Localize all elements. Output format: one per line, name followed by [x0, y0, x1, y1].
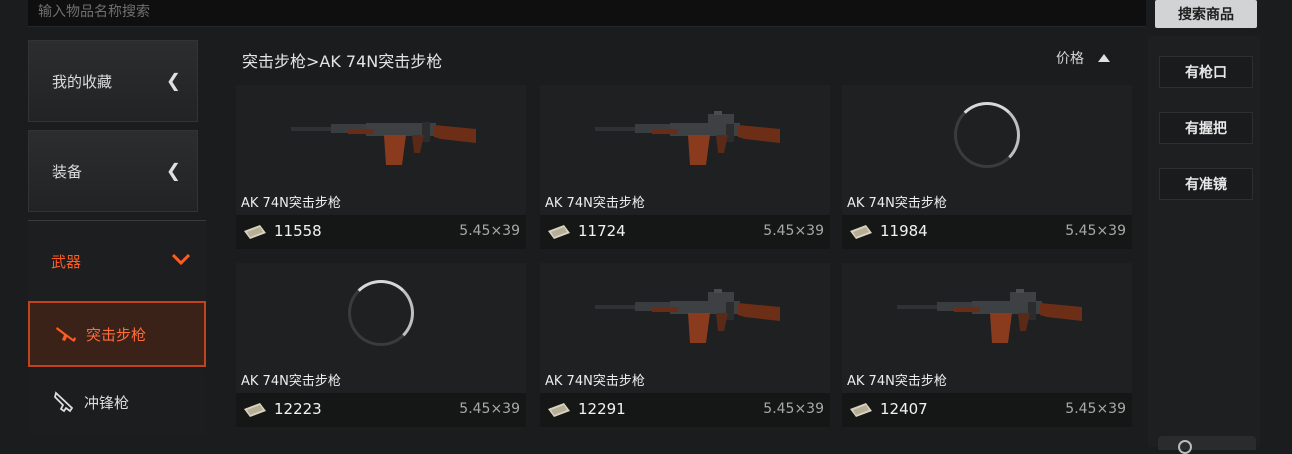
sidebar-item-label: 冲锋枪 [84, 393, 130, 412]
search-button[interactable]: 搜索商品 [1155, 0, 1257, 28]
breadcrumb: 突击步枪>AK 74N突击步枪 [242, 52, 443, 71]
item-caliber: 5.45×39 [1065, 401, 1126, 417]
item-name: AK 74N突击步枪 [545, 374, 645, 389]
item-price: 12223 [274, 400, 322, 418]
search-input[interactable] [38, 0, 638, 24]
item-card[interactable]: AK 74N突击步枪 11724 5.45×39 [540, 85, 830, 249]
sidebar-item-weapons[interactable]: 武器 [28, 220, 206, 301]
item-card[interactable]: AK 74N突击步枪 12291 5.45×39 [540, 263, 830, 427]
filter-panel [1148, 36, 1260, 447]
item-name: AK 74N突击步枪 [241, 196, 341, 211]
spinner-icon [954, 102, 1020, 168]
item-price: 12407 [880, 400, 928, 418]
search-bar [28, 0, 1146, 27]
item-caliber: 5.45×39 [763, 223, 824, 239]
item-caliber: 5.45×39 [1065, 223, 1126, 239]
item-card[interactable]: AK 74N突击步枪 11984 5.45×39 [842, 85, 1132, 249]
item-image [842, 263, 1132, 363]
rifle-image [595, 289, 780, 343]
item-card[interactable]: AK 74N突击步枪 11558 5.45×39 [236, 85, 526, 249]
item-name: AK 74N突击步枪 [241, 374, 341, 389]
sort-price[interactable]: 价格 [1056, 48, 1110, 68]
loading-spinner [236, 263, 526, 363]
item-price: 11558 [274, 222, 322, 240]
loading-spinner [842, 85, 1132, 185]
sidebar-item-label: 我的收藏 [52, 72, 113, 91]
item-price: 11984 [880, 222, 928, 240]
item-footer: 12291 5.45×39 [540, 393, 830, 427]
item-footer: 11984 5.45×39 [842, 215, 1132, 249]
money-icon [242, 223, 268, 245]
rifle-image [897, 289, 1082, 343]
filter-muzzle[interactable]: 有枪口 [1159, 56, 1253, 88]
chevron-left-icon: ❮ [165, 160, 181, 182]
filter-icon [1178, 440, 1192, 454]
sidebar-item-smg[interactable]: 冲锋枪 [28, 369, 206, 435]
money-icon [848, 223, 874, 245]
item-caliber: 5.45×39 [459, 223, 520, 239]
item-card[interactable]: AK 74N突击步枪 12223 5.45×39 [236, 263, 526, 427]
money-icon [546, 223, 572, 245]
money-icon [242, 401, 268, 423]
sidebar: 我的收藏 ❮ 装备 ❮ 武器 突击步枪 冲锋枪 [28, 36, 206, 447]
filter-toggle-button[interactable] [1158, 436, 1256, 454]
sort-ascending-icon [1098, 54, 1110, 62]
chevron-left-icon: ❮ [165, 70, 181, 92]
sidebar-item-label: 装备 [52, 162, 83, 181]
smg-icon [52, 390, 76, 414]
item-name: AK 74N突击步枪 [545, 196, 645, 211]
filter-scope[interactable]: 有准镜 [1159, 168, 1253, 200]
item-name: AK 74N突击步枪 [847, 374, 947, 389]
money-icon [848, 401, 874, 423]
item-price: 12291 [578, 400, 626, 418]
rifle-image [595, 111, 780, 165]
item-caliber: 5.45×39 [459, 401, 520, 417]
item-footer: 11724 5.45×39 [540, 215, 830, 249]
item-footer: 12223 5.45×39 [236, 393, 526, 427]
item-image [540, 263, 830, 363]
item-footer: 11558 5.45×39 [236, 215, 526, 249]
item-card[interactable]: AK 74N突击步枪 12407 5.45×39 [842, 263, 1132, 427]
chevron-down-icon [171, 253, 191, 269]
item-image [540, 85, 830, 185]
item-footer: 12407 5.45×39 [842, 393, 1132, 427]
spinner-icon [348, 280, 414, 346]
sidebar-item-favorites[interactable]: 我的收藏 ❮ [28, 40, 198, 122]
sort-label: 价格 [1056, 51, 1084, 67]
item-name: AK 74N突击步枪 [847, 196, 947, 211]
filter-grip[interactable]: 有握把 [1159, 112, 1253, 144]
sidebar-item-assault-rifle[interactable]: 突击步枪 [28, 301, 206, 367]
sidebar-item-label: 武器 [51, 252, 82, 271]
rifle-image [291, 122, 476, 165]
item-price: 11724 [578, 222, 626, 240]
item-image [236, 85, 526, 185]
sidebar-item-label: 突击步枪 [86, 325, 147, 344]
item-caliber: 5.45×39 [763, 401, 824, 417]
money-icon [546, 401, 572, 423]
sidebar-item-equipment[interactable]: 装备 ❮ [28, 130, 198, 212]
rifle-icon [54, 322, 78, 346]
